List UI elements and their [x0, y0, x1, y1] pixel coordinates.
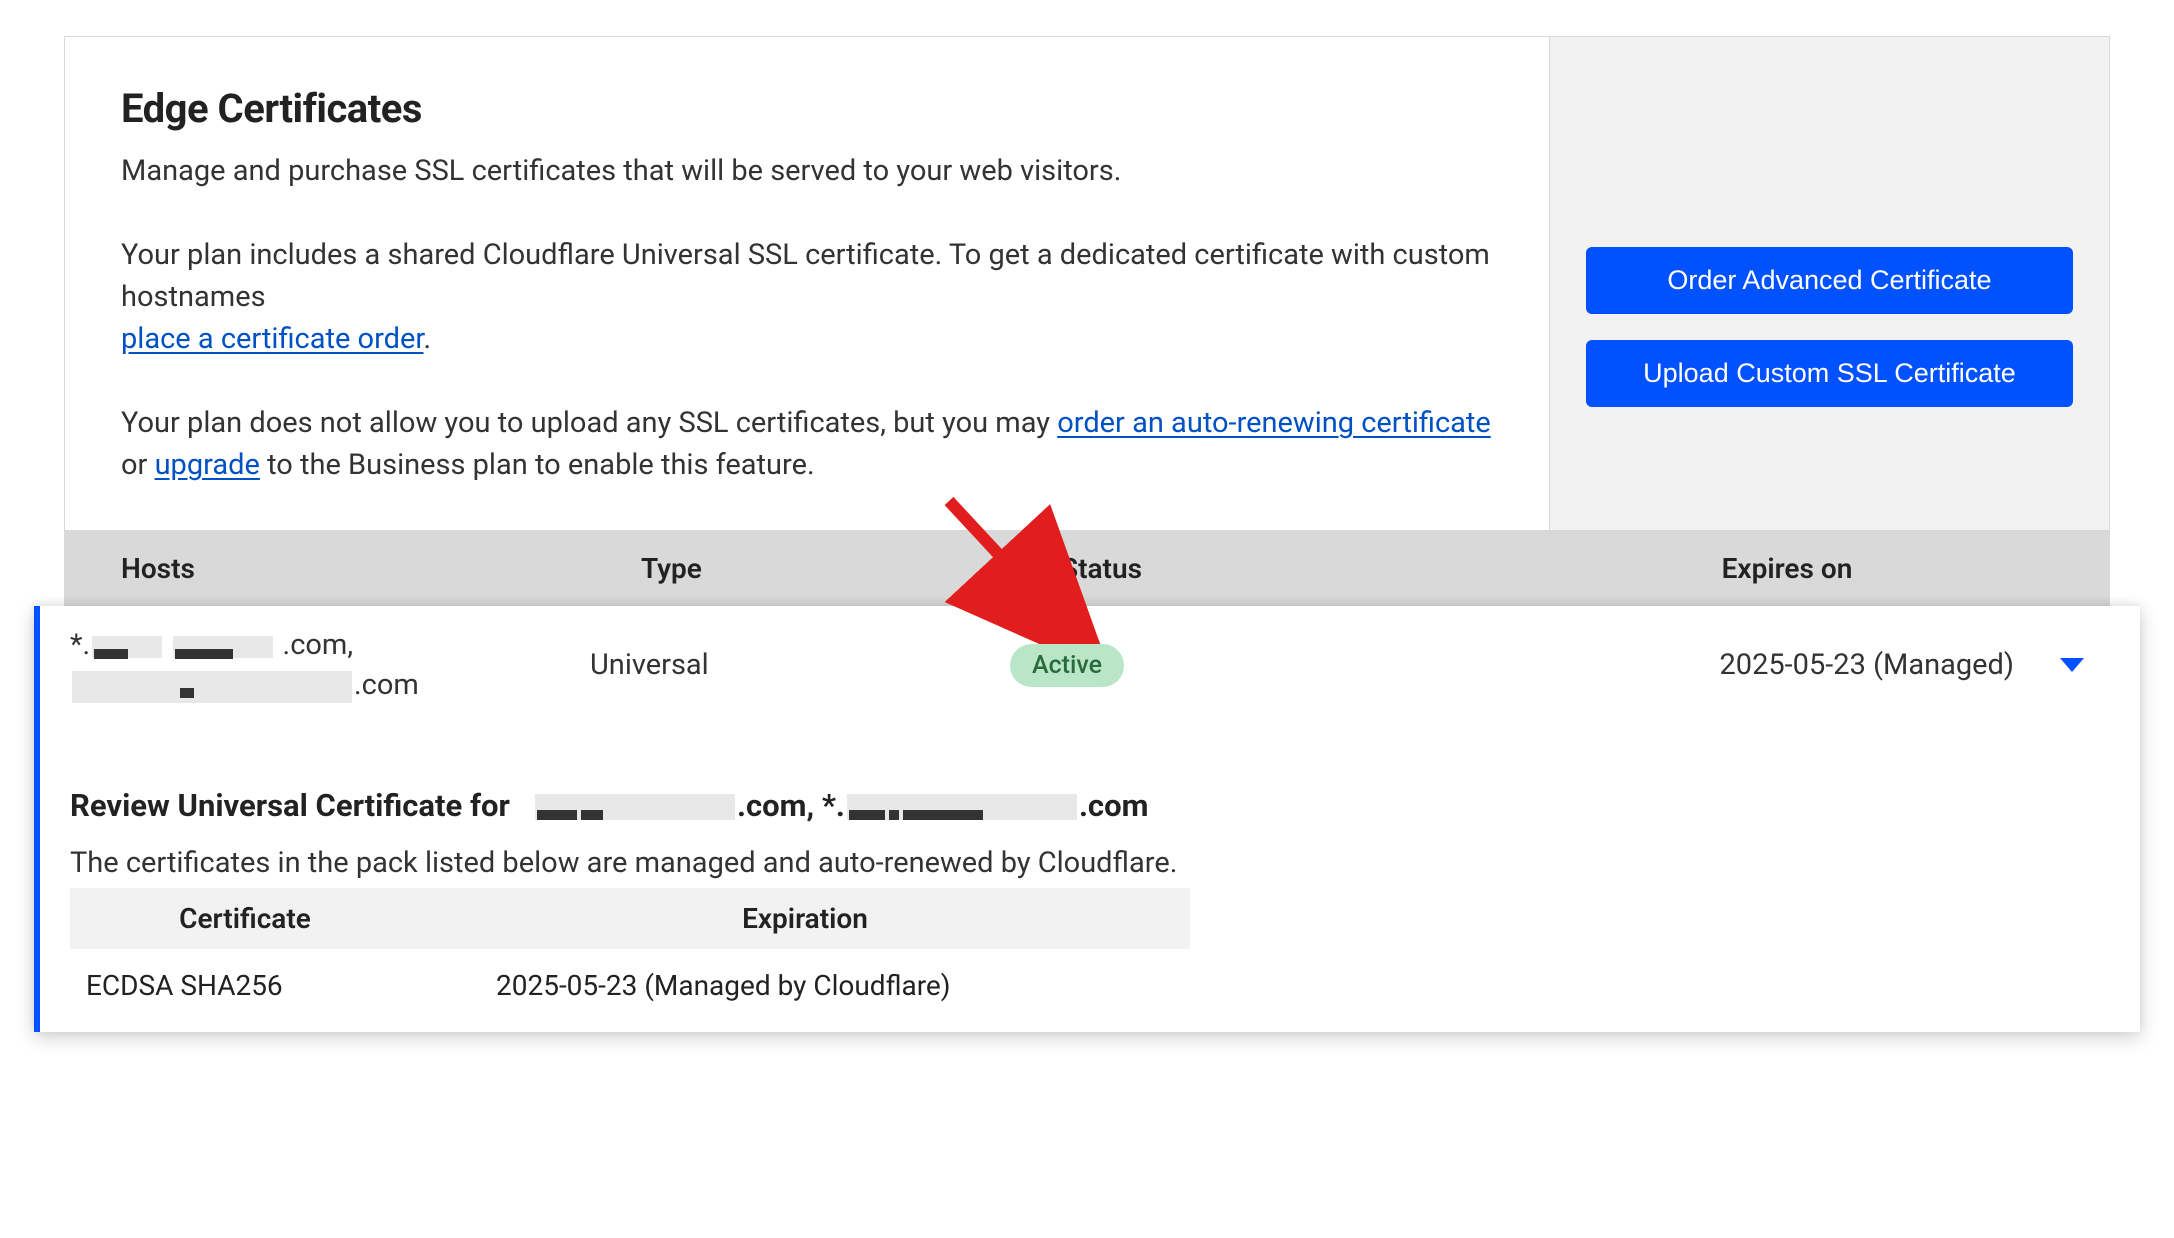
type-cell: Universal	[590, 648, 1010, 682]
card-side: Order Advanced Certificate Upload Custom…	[1549, 37, 2109, 530]
detail-title: Review Universal Certificate for .com, *…	[70, 787, 2110, 824]
plan-no-upload-text: Your plan does not allow you to upload a…	[121, 402, 1493, 486]
cert-table-header: Hosts Type Status Expires on	[64, 531, 2110, 606]
status-cell: Active	[1010, 644, 1470, 687]
hosts-cell: *. .com, .com	[70, 628, 590, 702]
no-upload-prefix: Your plan does not allow you to upload a…	[121, 406, 1057, 440]
redacted-icon	[92, 636, 162, 658]
host-line-1: *. .com,	[70, 628, 590, 662]
cert-detail-panel: Review Universal Certificate for .com, *…	[34, 725, 2140, 1032]
redacted-icon	[72, 671, 352, 703]
host1-prefix: *.	[70, 628, 90, 662]
detail-col-certificate: Certificate	[70, 902, 420, 935]
col-hosts: Hosts	[121, 552, 641, 585]
upload-custom-button[interactable]: Upload Custom SSL Certificate	[1586, 340, 2073, 407]
host2-suffix: .com	[354, 668, 419, 702]
plan-includes-text: Your plan includes a shared Cloudflare U…	[121, 234, 1493, 360]
detail-table-head: Certificate Expiration	[70, 888, 1190, 949]
cert-row[interactable]: *. .com, .com Universal Active 2025-05-2…	[34, 606, 2140, 724]
edge-cert-card: Edge Certificates Manage and purchase SS…	[64, 36, 2110, 531]
col-status: Status	[1061, 552, 1521, 585]
redacted-icon	[173, 636, 273, 658]
detail-title-mid: .com, *.	[737, 787, 845, 824]
or-text: or	[121, 448, 155, 482]
chevron-down-icon	[2060, 658, 2084, 672]
detail-col-expiration: Expiration	[420, 902, 1190, 935]
detail-title-prefix: Review Universal Certificate for	[70, 787, 518, 824]
detail-title-suffix: .com	[1079, 787, 1149, 824]
upgrade-link[interactable]: upgrade	[155, 448, 260, 482]
detail-table: Certificate Expiration ECDSA SHA256 2025…	[70, 888, 1190, 1022]
card-main: Edge Certificates Manage and purchase SS…	[65, 37, 1549, 530]
host1-suffix: .com,	[283, 628, 354, 662]
status-badge: Active	[1010, 644, 1124, 687]
page-title: Edge Certificates	[121, 85, 1493, 132]
detail-subtitle: The certificates in the pack listed belo…	[70, 846, 2110, 880]
redacted-icon	[535, 794, 735, 820]
col-type: Type	[641, 552, 1061, 585]
no-upload-suffix: to the Business plan to enable this feat…	[260, 448, 815, 482]
detail-table-row: ECDSA SHA256 2025-05-23 (Managed by Clou…	[70, 949, 1190, 1022]
detail-cert-value: ECDSA SHA256	[86, 969, 436, 1002]
lead-text: Manage and purchase SSL certificates tha…	[121, 150, 1493, 192]
host-line-2: .com	[70, 668, 590, 702]
redacted-icon	[847, 794, 1077, 820]
place-order-link[interactable]: place a certificate order	[121, 322, 423, 356]
cert-row-wrap: *. .com, .com Universal Active 2025-05-2…	[34, 606, 2140, 1031]
side-spacer	[1586, 77, 2073, 247]
expand-cell[interactable]	[2014, 658, 2084, 672]
plan-includes-suffix: .	[423, 322, 431, 356]
expires-cell: 2025-05-23 (Managed)	[1470, 648, 2014, 682]
plan-includes-prefix: Your plan includes a shared Cloudflare U…	[121, 238, 1490, 314]
detail-exp-value: 2025-05-23 (Managed by Cloudflare)	[436, 969, 1180, 1002]
order-advanced-button[interactable]: Order Advanced Certificate	[1586, 247, 2073, 314]
col-expires: Expires on	[1521, 552, 2053, 585]
order-auto-renew-link[interactable]: order an auto-renewing certificate	[1057, 406, 1491, 440]
